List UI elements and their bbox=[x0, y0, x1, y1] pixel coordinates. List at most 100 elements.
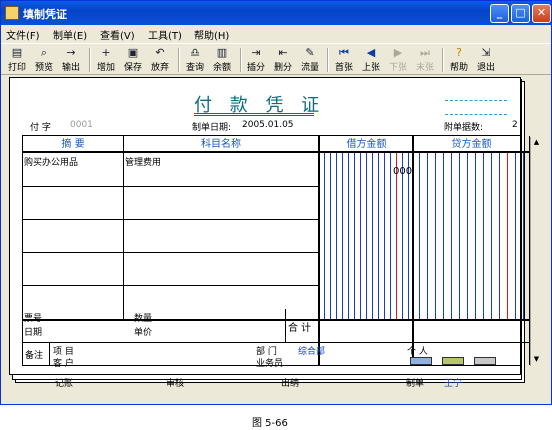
toolbar-separator bbox=[240, 48, 242, 72]
binoculars-icon: ♎ bbox=[190, 46, 200, 59]
voucher-type-label: 付 字 bbox=[30, 123, 51, 133]
money-column-line bbox=[408, 153, 409, 319]
menu-help[interactable]: 帮助(H) bbox=[194, 27, 229, 42]
preview-button[interactable]: ⌕ 预览 bbox=[32, 46, 56, 74]
last-icon: ⏭ bbox=[420, 46, 430, 59]
dashed-line bbox=[445, 114, 507, 115]
money-column-line bbox=[419, 153, 420, 319]
money-column-line bbox=[467, 153, 468, 319]
column-divider bbox=[318, 136, 320, 365]
money-column-line bbox=[499, 153, 500, 319]
row-debit[interactable]: 000 bbox=[393, 166, 412, 177]
query-button[interactable]: ♎ 查询 bbox=[183, 46, 207, 74]
quantity-label: 数量 bbox=[134, 314, 153, 324]
first-icon: ⏮ bbox=[339, 46, 349, 59]
row-divider bbox=[23, 219, 319, 220]
scroll-up-icon[interactable]: ▲ bbox=[532, 138, 541, 147]
salesman-label: 业务员 bbox=[256, 359, 284, 369]
row-summary[interactable]: 购买办公用品 bbox=[24, 155, 78, 168]
total-label: 合 计 bbox=[288, 323, 312, 334]
money-column-line bbox=[384, 153, 385, 319]
money-column-line bbox=[336, 153, 337, 319]
close-button[interactable]: ✕ bbox=[532, 4, 551, 23]
money-column-line bbox=[515, 153, 516, 319]
money-column-line bbox=[523, 153, 524, 319]
audit-label: 审核 bbox=[166, 379, 185, 389]
help-button[interactable]: ? 帮助 bbox=[447, 46, 471, 74]
prev-button[interactable]: ◀ 上张 bbox=[359, 46, 383, 74]
menu-tools[interactable]: 工具(T) bbox=[148, 27, 182, 42]
add-icon: + bbox=[101, 46, 111, 59]
money-column-line bbox=[443, 153, 444, 319]
print-button[interactable]: ▤ 打印 bbox=[5, 46, 29, 74]
summary-header: 摘 要 bbox=[23, 136, 123, 153]
account-header: 科目名称 bbox=[123, 136, 319, 153]
insert-row-button[interactable]: ⇥ 插分 bbox=[244, 46, 268, 74]
money-column-line bbox=[451, 153, 452, 319]
toolbar-separator bbox=[89, 48, 91, 72]
exit-icon: ⇲ bbox=[481, 46, 491, 59]
attachments-label: 附单据数: bbox=[444, 123, 484, 133]
voucher-date[interactable]: 2005.01.05 bbox=[242, 120, 294, 130]
attachments-count[interactable]: 2 bbox=[512, 120, 518, 130]
money-column-line bbox=[330, 153, 331, 319]
ticket-date-label: 日期 bbox=[24, 328, 43, 338]
toolbar-separator bbox=[178, 48, 180, 72]
pen-icon: ✎ bbox=[305, 46, 315, 59]
money-column-line bbox=[348, 153, 349, 319]
date-label: 制单日期: bbox=[192, 123, 232, 133]
debit-header: 借方金额 bbox=[319, 136, 414, 153]
toolbar-separator bbox=[442, 48, 444, 72]
prev-icon: ◀ bbox=[366, 46, 376, 59]
first-button[interactable]: ⏮ 首张 bbox=[332, 46, 356, 74]
money-column-line bbox=[366, 153, 367, 319]
insert-row-icon: ⇥ bbox=[251, 46, 261, 59]
discard-button[interactable]: ↶ 放弃 bbox=[148, 46, 172, 74]
cashier-label: 出纳 bbox=[281, 379, 300, 389]
tools-icon[interactable] bbox=[474, 357, 496, 365]
money-decimal-line bbox=[507, 153, 508, 319]
book-icon[interactable] bbox=[442, 357, 464, 365]
row-account[interactable]: 管理费用 bbox=[125, 155, 161, 168]
voucher-window: 填制凭证 _ □ ✕ 文件(F) 制单(E) 查看(V) 工具(T) 帮助(H)… bbox=[0, 0, 552, 405]
money-column-line bbox=[475, 153, 476, 319]
scroll-down-icon[interactable]: ▼ bbox=[532, 355, 541, 364]
next-button[interactable]: ▶ 下张 bbox=[386, 46, 410, 74]
figure-caption: 图 5-66 bbox=[252, 418, 288, 429]
window-title: 填制凭证 bbox=[23, 8, 67, 21]
add-button[interactable]: + 增加 bbox=[94, 46, 118, 74]
dashed-line bbox=[445, 100, 507, 101]
money-column-line bbox=[342, 153, 343, 319]
unit-price-label: 单价 bbox=[134, 328, 153, 338]
disk-icon: ▣ bbox=[127, 46, 139, 59]
grid-scrollbar[interactable]: ▲ ▼ bbox=[530, 137, 541, 366]
minimize-button[interactable]: _ bbox=[490, 4, 509, 23]
maximize-button[interactable]: □ bbox=[511, 4, 530, 23]
row-divider bbox=[23, 285, 319, 286]
voucher-number[interactable]: 0001 bbox=[70, 120, 93, 130]
help-icon: ? bbox=[456, 46, 462, 59]
balance-button[interactable]: ▥ 余额 bbox=[210, 46, 234, 74]
last-button[interactable]: ⏭ 末张 bbox=[413, 46, 437, 74]
column-divider bbox=[123, 136, 124, 319]
person-label: 个 人 bbox=[407, 347, 428, 357]
money-column-line bbox=[435, 153, 436, 319]
export-button[interactable]: → 输出 bbox=[59, 46, 83, 74]
menu-view[interactable]: 查看(V) bbox=[100, 27, 135, 42]
remark-divider bbox=[49, 342, 50, 365]
next-icon: ▶ bbox=[393, 46, 403, 59]
department-value[interactable]: 综合部 bbox=[298, 344, 325, 357]
cashflow-button[interactable]: ✎ 流量 bbox=[298, 46, 322, 74]
card-icon[interactable] bbox=[410, 357, 432, 365]
title-underline bbox=[194, 113, 314, 114]
bookkeeping-label: 记账 bbox=[55, 379, 74, 389]
money-column-line bbox=[378, 153, 379, 319]
delete-row-button[interactable]: ⇤ 删分 bbox=[271, 46, 295, 74]
money-column-line bbox=[483, 153, 484, 319]
exit-button[interactable]: ⇲ 退出 bbox=[474, 46, 498, 74]
menu-file[interactable]: 文件(F) bbox=[6, 27, 40, 42]
money-column-line bbox=[354, 153, 355, 319]
save-button[interactable]: ▣ 保存 bbox=[121, 46, 145, 74]
maker-label: 制单 bbox=[406, 379, 425, 389]
menu-voucher[interactable]: 制单(E) bbox=[53, 27, 87, 42]
